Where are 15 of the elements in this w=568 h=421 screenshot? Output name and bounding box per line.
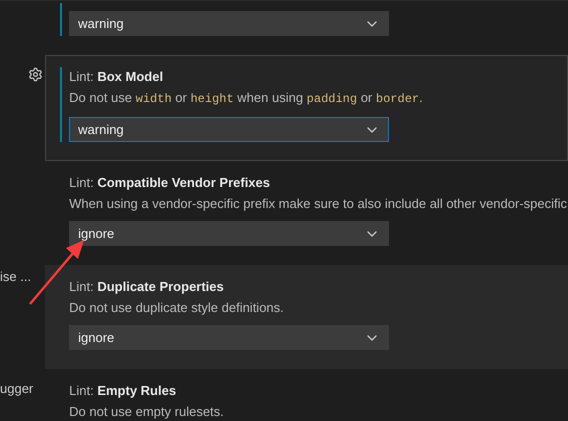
setting-title: Lint: Compatible Vendor Prefixes (69, 174, 271, 192)
dropdown-select[interactable]: warning (69, 11, 390, 36)
settings-icon[interactable] (28, 67, 44, 82)
sidebar-item[interactable]: ugger (0, 378, 46, 398)
setting-title: Lint: Duplicate Properties (69, 278, 225, 296)
setting-description: Do not use width or height when using padding or border. (69, 89, 423, 108)
dropdown-select[interactable]: warning (69, 117, 390, 142)
dropdown-select[interactable]: ignore (69, 325, 390, 350)
dropdown-select[interactable]: ignore (69, 221, 390, 246)
setting-title: Lint: Box Model (69, 68, 164, 86)
setting-title: Lint: Empty Rules (69, 382, 178, 400)
setting-description: Do not use empty rulesets. (69, 403, 224, 421)
setting-description: When using a vendor-specific prefix make sure to also include all other vendor-specific (69, 195, 567, 213)
sidebar-item[interactable]: ise ... (0, 267, 46, 286)
setting-description: Do not use duplicate style definitions. (69, 299, 285, 317)
